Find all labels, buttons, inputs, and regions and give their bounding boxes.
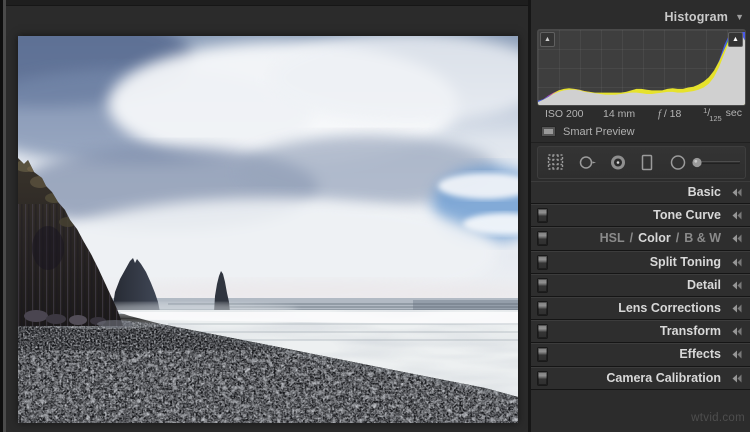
adjustment-panels: Basic Tone Curve HSL / Color / B & W Split Toni… xyxy=(531,181,750,390)
panel-expander-icon[interactable] xyxy=(732,188,743,197)
panel-header-split-toning[interactable]: Split Toning xyxy=(531,250,750,274)
divider xyxy=(531,142,750,143)
iso-value: ISO 200 xyxy=(545,108,584,120)
panel-header-camera-calibration[interactable]: Camera Calibration xyxy=(531,366,750,390)
panel-label: Camera Calibration xyxy=(606,370,721,385)
panel-header-detail[interactable]: Detail xyxy=(531,273,750,297)
radial-filter-tool-icon[interactable] xyxy=(668,147,690,178)
panel-header-tone-curve[interactable]: Tone Curve xyxy=(531,204,750,228)
histogram-panel-header[interactable]: Histogram ▼ xyxy=(531,6,744,28)
shadow-clip-triangle-icon: ▲ xyxy=(544,36,551,43)
panel-expander-icon[interactable] xyxy=(732,258,743,267)
develop-right-panel: Histogram ▼ ▲ ▲ ISO 200 14 mm f / 18 1/1… xyxy=(531,0,750,432)
smart-preview-row[interactable]: Smart Preview xyxy=(541,124,635,139)
panel-expander-icon[interactable] xyxy=(732,281,743,290)
panel-label-segment[interactable]: Color xyxy=(638,231,671,245)
collapse-triangle-icon[interactable]: ▼ xyxy=(735,12,744,22)
panel-label: Tone Curve xyxy=(653,208,721,223)
aperture-value: f / 18 xyxy=(658,108,682,120)
crop-tool-icon[interactable] xyxy=(546,147,566,178)
panel-label: Lens Corrections xyxy=(618,301,721,316)
panel-header-basic[interactable]: Basic xyxy=(531,181,750,205)
exif-info-row: ISO 200 14 mm f / 18 1/125 sec xyxy=(537,105,744,124)
panel-enable-toggle[interactable] xyxy=(537,347,548,363)
panel-label-segment[interactable]: / xyxy=(630,231,633,245)
panel-enable-toggle[interactable] xyxy=(537,208,548,224)
panel-expander-icon[interactable] xyxy=(732,350,743,359)
spot-removal-tool-icon[interactable] xyxy=(577,147,599,178)
panel-expander-icon[interactable] xyxy=(732,327,743,336)
highlight-clipping-indicator[interactable]: ▲ xyxy=(728,32,743,47)
panel-label-segment[interactable]: / xyxy=(676,231,679,245)
panel-expander-icon[interactable] xyxy=(732,234,743,243)
panel-enable-toggle[interactable] xyxy=(537,300,548,316)
panel-label: HSL / Color / B & W xyxy=(600,227,721,249)
tool-strip xyxy=(537,146,746,179)
panel-enable-toggle[interactable] xyxy=(537,231,548,247)
panel-label: Transform xyxy=(659,324,721,339)
histogram-graph[interactable]: ▲ ▲ xyxy=(537,29,746,106)
panel-expander-icon[interactable] xyxy=(732,304,743,313)
panel-enable-toggle[interactable] xyxy=(537,254,548,270)
shadow-clipping-indicator[interactable]: ▲ xyxy=(540,32,555,47)
panel-label: Detail xyxy=(686,277,721,292)
red-eye-tool-icon[interactable] xyxy=(608,147,630,178)
shutter-speed-value: 1/125 sec xyxy=(703,105,742,124)
panel-expander-icon[interactable] xyxy=(732,211,743,220)
smart-preview-label: Smart Preview xyxy=(563,125,635,138)
photo-landscape xyxy=(18,36,518,423)
panel-enable-toggle[interactable] xyxy=(537,277,548,293)
panel-header-transform[interactable]: Transform xyxy=(531,320,750,344)
panel-label: Effects xyxy=(679,347,721,362)
histogram-title: Histogram xyxy=(664,10,729,24)
highlight-clip-triangle-icon: ▲ xyxy=(732,36,739,43)
panel-expander-icon[interactable] xyxy=(732,374,743,383)
panel-label: Basic xyxy=(687,185,721,200)
graduated-filter-tool-icon[interactable] xyxy=(639,147,657,178)
adjustment-brush-tool-icon[interactable] xyxy=(690,147,742,178)
panel-enable-toggle[interactable] xyxy=(537,370,548,386)
smart-preview-icon xyxy=(541,126,556,137)
left-panel-collapsed-edge[interactable] xyxy=(3,0,6,432)
focal-length-value: 14 mm xyxy=(603,108,636,120)
panel-enable-toggle[interactable] xyxy=(537,324,548,340)
photo-canvas[interactable] xyxy=(18,36,518,423)
histogram-curves xyxy=(538,32,745,105)
panel-header-lens-corrections[interactable]: Lens Corrections xyxy=(531,296,750,321)
watermark: wtvid.com xyxy=(691,412,745,424)
panel-label-segment[interactable]: B & W xyxy=(684,231,721,245)
panel-label: Split Toning xyxy=(649,254,721,269)
panel-label-segment[interactable]: HSL xyxy=(600,231,625,245)
panel-header-effects[interactable]: Effects xyxy=(531,343,750,367)
panel-header-hsl-color-bw[interactable]: HSL / Color / B & W xyxy=(531,227,750,251)
